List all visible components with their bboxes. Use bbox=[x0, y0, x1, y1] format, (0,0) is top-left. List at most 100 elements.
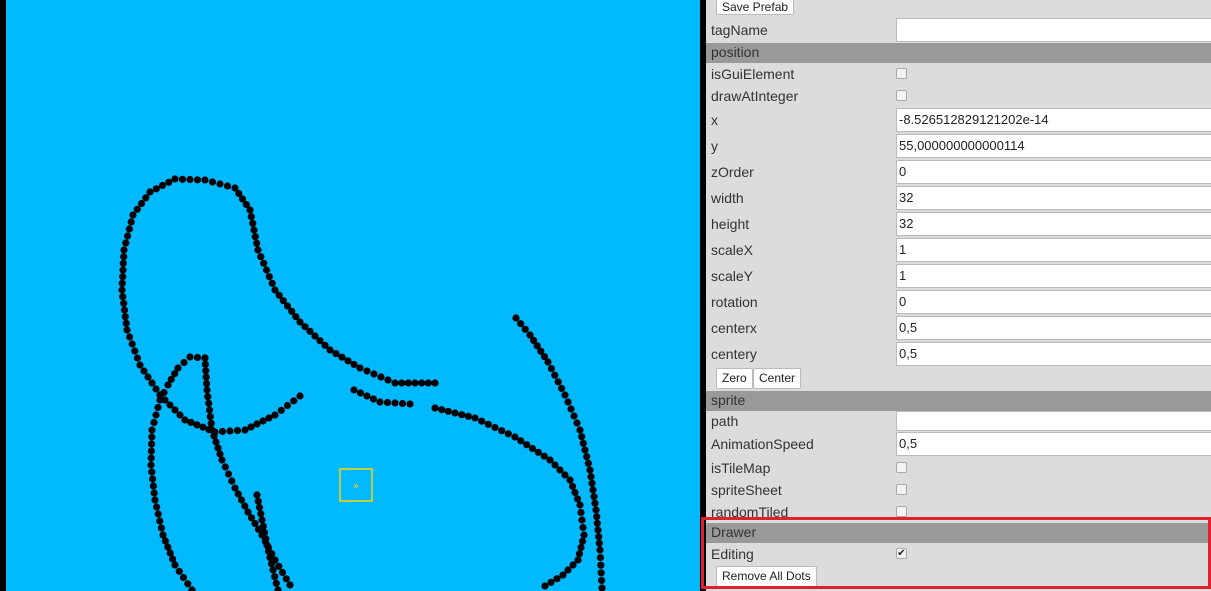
rotation-input[interactable]: 0 bbox=[896, 290, 1211, 314]
drawn-dot bbox=[356, 364, 364, 372]
drawn-dot bbox=[126, 333, 134, 341]
drawn-dot bbox=[223, 182, 232, 190]
isguielement-checkbox[interactable] bbox=[896, 68, 907, 79]
drawn-dot bbox=[283, 401, 292, 410]
drawn-dot bbox=[577, 543, 585, 552]
drawn-dot bbox=[587, 473, 595, 481]
position-section-title: position bbox=[711, 44, 760, 60]
drawn-dot bbox=[148, 468, 156, 476]
height-input[interactable]: 32 bbox=[896, 212, 1211, 236]
remove-all-dots-button[interactable]: Remove All Dots bbox=[716, 566, 817, 587]
drawn-dot bbox=[260, 259, 268, 267]
drawn-dot bbox=[203, 380, 211, 388]
drawn-dot bbox=[246, 206, 254, 214]
x-label: x bbox=[711, 112, 718, 128]
scene-canvas-area[interactable]: » bbox=[0, 0, 706, 591]
drawn-dot bbox=[147, 461, 155, 469]
drawn-dot bbox=[193, 353, 202, 362]
width-input[interactable]: 32 bbox=[896, 186, 1211, 210]
center-button[interactable]: Center bbox=[753, 368, 802, 389]
x-input[interactable]: -8.526512829121202e-14 bbox=[896, 108, 1211, 132]
drawn-dot bbox=[431, 404, 439, 412]
drawn-dot bbox=[119, 259, 127, 267]
zero-button[interactable]: Zero bbox=[716, 368, 753, 389]
drawn-dot bbox=[216, 180, 224, 188]
drawn-dot bbox=[258, 516, 266, 524]
drawn-dot bbox=[268, 279, 276, 287]
drawn-dot bbox=[551, 371, 559, 379]
animationspeed-input[interactable]: 0,5 bbox=[896, 432, 1211, 456]
drawn-dot bbox=[142, 194, 150, 202]
isguielement-label: isGuiElement bbox=[711, 66, 795, 82]
drawatinteger-checkbox[interactable] bbox=[896, 90, 907, 101]
drawn-dot bbox=[249, 219, 257, 227]
drawn-dot bbox=[131, 347, 139, 355]
drawn-dot bbox=[578, 433, 586, 441]
drawn-dot bbox=[596, 546, 604, 554]
drawn-dot bbox=[262, 535, 270, 543]
drawn-dot bbox=[277, 406, 285, 414]
drawn-dot bbox=[171, 175, 179, 183]
drawn-dot bbox=[129, 211, 137, 219]
drawn-dot bbox=[512, 314, 520, 322]
drawn-dot bbox=[253, 239, 261, 247]
drawn-dot bbox=[120, 306, 129, 314]
drawn-dot bbox=[262, 266, 271, 274]
drawn-dot bbox=[589, 486, 597, 494]
drawn-dot bbox=[594, 526, 602, 534]
drawn-dot bbox=[406, 400, 414, 408]
drawn-dot bbox=[598, 576, 606, 585]
save-prefab-button[interactable]: Save Prefab bbox=[716, 0, 795, 15]
width-label: width bbox=[711, 190, 744, 206]
centery-label: centery bbox=[711, 346, 757, 362]
rotation-label: rotation bbox=[711, 294, 758, 310]
centery-input[interactable]: 0,5 bbox=[896, 342, 1211, 366]
editing-checkbox[interactable]: ✔ bbox=[896, 548, 907, 559]
drawn-dot bbox=[586, 466, 594, 474]
centerx-input[interactable]: 0,5 bbox=[896, 316, 1211, 340]
drawn-dot bbox=[164, 381, 172, 389]
drawn-dot bbox=[383, 398, 392, 407]
drawn-dot bbox=[150, 489, 158, 497]
drawn-dot bbox=[153, 503, 161, 511]
drawn-dot bbox=[588, 479, 596, 487]
drawn-dot bbox=[152, 385, 160, 393]
drawn-dot bbox=[269, 566, 277, 574]
drawn-dot bbox=[558, 384, 566, 392]
path-input[interactable] bbox=[896, 411, 1211, 431]
drawn-dot bbox=[205, 399, 213, 407]
drawn-dot bbox=[160, 388, 168, 397]
drawn-dot bbox=[178, 175, 187, 183]
spritesheet-label: spriteSheet bbox=[711, 482, 782, 498]
drawn-dot bbox=[133, 354, 141, 362]
drawer-section-title: Drawer bbox=[711, 524, 757, 540]
drawn-dot bbox=[203, 386, 211, 394]
drawn-dot bbox=[350, 360, 358, 368]
randomtiled-checkbox[interactable] bbox=[896, 506, 907, 517]
spritesheet-checkbox[interactable] bbox=[896, 484, 907, 495]
drawn-dot bbox=[228, 477, 236, 485]
drawn-dot bbox=[369, 395, 378, 403]
drawn-dot bbox=[571, 488, 579, 497]
drawn-dot bbox=[590, 493, 598, 501]
istilemap-checkbox[interactable] bbox=[896, 462, 907, 473]
drawn-dot bbox=[418, 379, 426, 387]
position-section-header: position bbox=[706, 43, 1211, 63]
tagname-input[interactable] bbox=[896, 18, 1211, 42]
drawn-dot bbox=[253, 491, 261, 499]
drawn-dot bbox=[424, 379, 432, 387]
scene-canvas[interactable]: » bbox=[0, 0, 706, 591]
zorder-input[interactable]: 0 bbox=[896, 160, 1211, 184]
drawatinteger-label: drawAtInteger bbox=[711, 88, 799, 104]
scaley-input[interactable]: 1 bbox=[896, 264, 1211, 288]
drawn-dot bbox=[120, 253, 128, 261]
drawn-dot bbox=[120, 246, 128, 254]
drawn-dot bbox=[573, 495, 582, 503]
drawn-dot bbox=[175, 567, 183, 575]
y-input[interactable]: 55,000000000000114 bbox=[896, 134, 1211, 158]
drawn-dot bbox=[123, 326, 131, 334]
drawn-dot bbox=[290, 397, 298, 405]
scalex-input[interactable]: 1 bbox=[896, 238, 1211, 262]
drawn-dot bbox=[179, 573, 188, 582]
drawn-dot bbox=[593, 519, 601, 527]
